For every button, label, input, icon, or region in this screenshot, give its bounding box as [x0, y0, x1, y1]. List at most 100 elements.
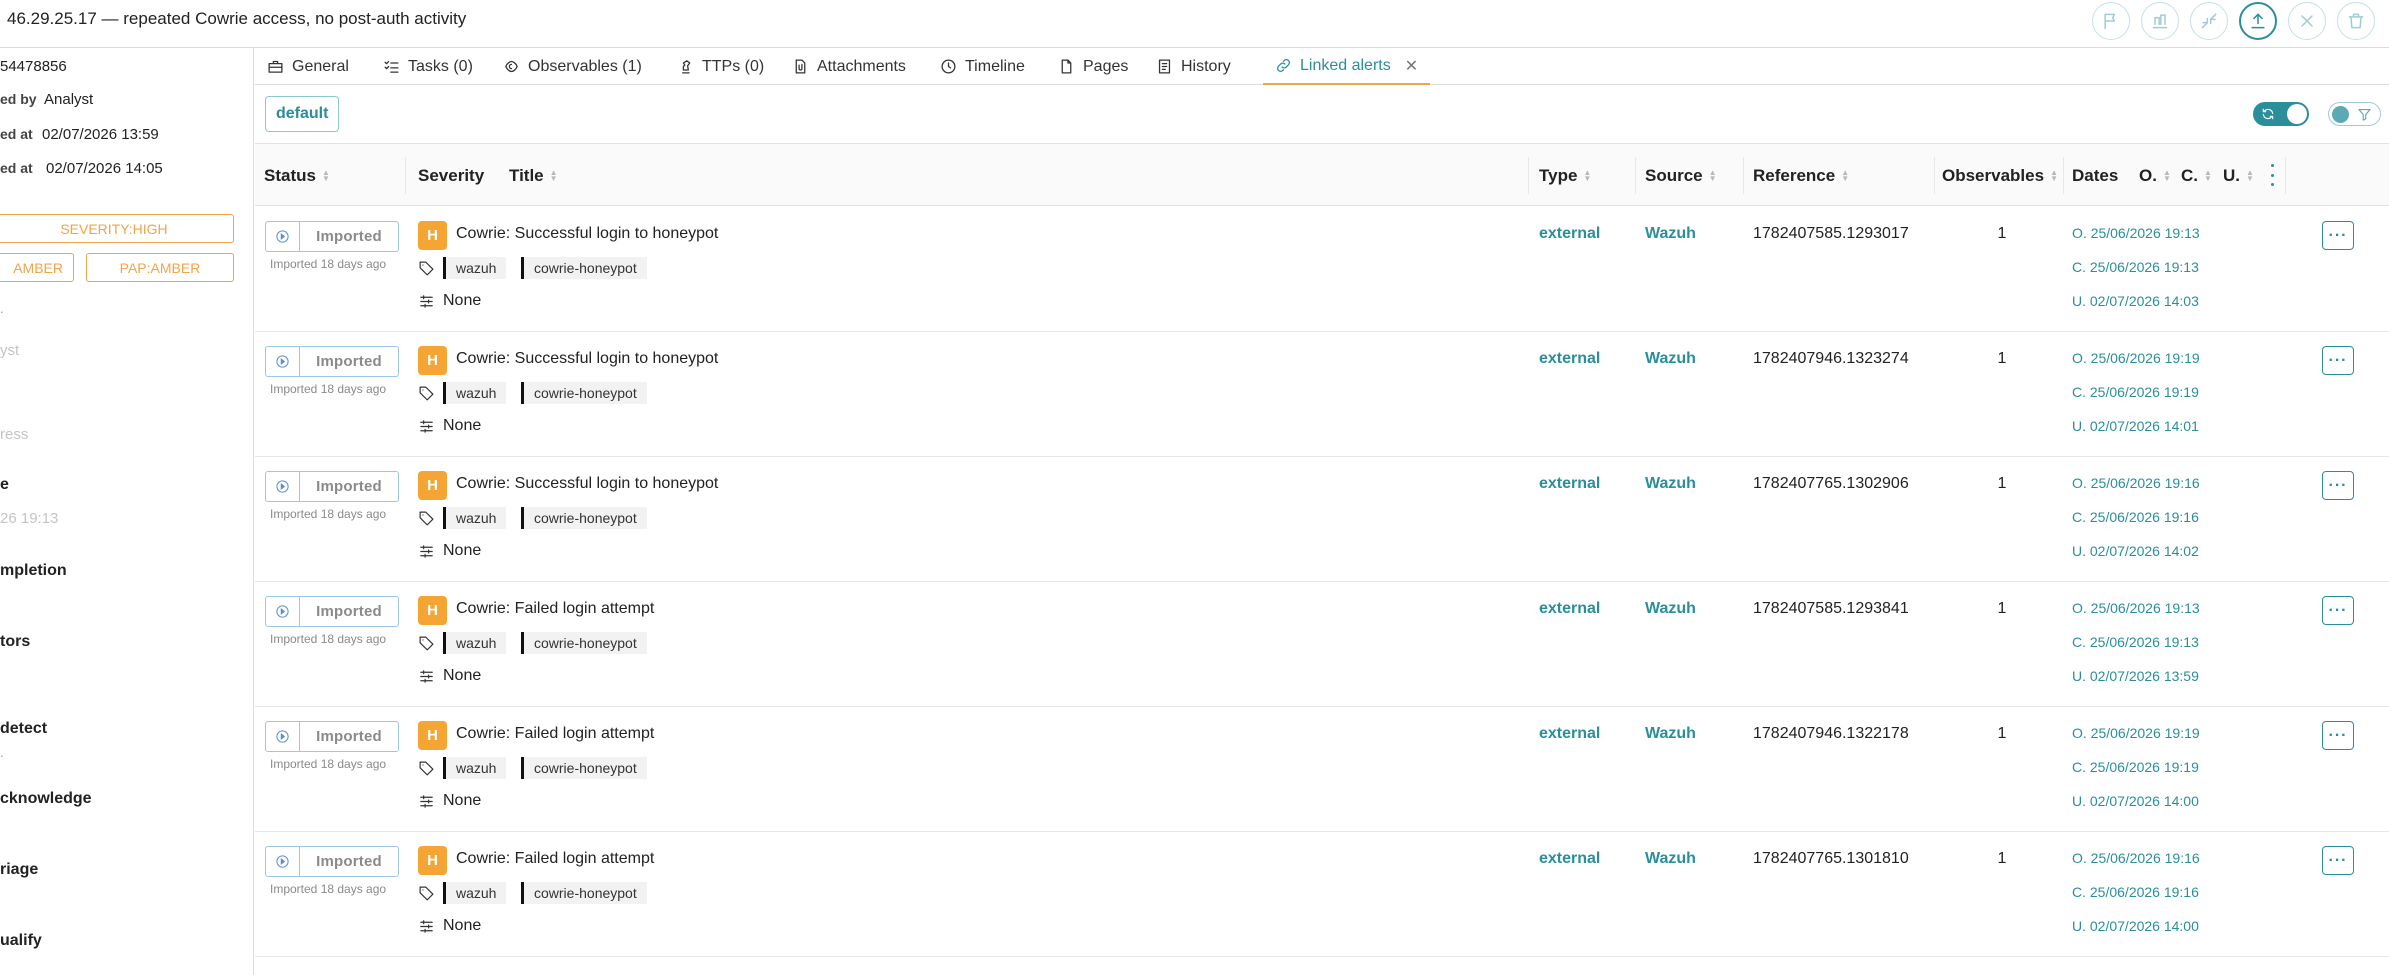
column-options-icon[interactable] — [2268, 164, 2276, 186]
assignee-field[interactable]: yst — [0, 342, 19, 359]
tag-chip[interactable]: cowrie-honeypot — [521, 257, 647, 279]
tag-chip[interactable]: cowrie-honeypot — [521, 757, 647, 779]
alert-type[interactable]: external — [1539, 725, 1600, 743]
export-button[interactable] — [2239, 2, 2277, 40]
tag-chip[interactable]: wazuh — [443, 632, 507, 654]
alert-source[interactable]: Wazuh — [1645, 350, 1696, 368]
table-row[interactable]: Imported Imported 18 days ago H Cowrie: … — [255, 832, 2389, 957]
tlp-tag[interactable]: AMBER — [0, 253, 74, 282]
alert-title[interactable]: Cowrie: Failed login attempt — [456, 725, 654, 743]
tab-tasks[interactable]: Tasks (0) — [383, 48, 473, 85]
column-title[interactable]: Title ▲ ▼ — [509, 144, 558, 207]
row-actions-button[interactable]: ··· — [2322, 346, 2354, 375]
tag-chip[interactable]: wazuh — [443, 507, 507, 529]
address-field[interactable]: ress — [0, 426, 28, 443]
tag-chip[interactable]: cowrie-honeypot — [521, 507, 647, 529]
severity-tag[interactable]: SEVERITY:HIGH — [0, 214, 234, 243]
row-actions-button[interactable]: ··· — [2322, 846, 2354, 875]
table-row[interactable]: Imported Imported 18 days ago H Cowrie: … — [255, 457, 2389, 582]
column-type[interactable]: Type ▲ ▼ — [1539, 144, 1591, 207]
table-row[interactable]: Imported Imported 18 days ago H Cowrie: … — [255, 207, 2389, 332]
row-actions-button[interactable]: ··· — [2322, 471, 2354, 500]
alert-source[interactable]: Wazuh — [1645, 725, 1696, 743]
alert-title[interactable]: Cowrie: Failed login attempt — [456, 850, 654, 868]
alert-type[interactable]: external — [1539, 350, 1600, 368]
section-acknowledge[interactable]: cknowledge — [0, 790, 92, 808]
filter-preset-chip[interactable]: default — [265, 96, 340, 132]
close-case-button[interactable] — [2288, 2, 2326, 40]
section-indicators[interactable]: tors — [0, 633, 30, 651]
status-badge[interactable]: Imported — [265, 721, 399, 752]
tab-ttps[interactable]: TTPs (0) — [677, 48, 764, 85]
column-label: Reference — [1753, 165, 1836, 185]
row-actions-button[interactable]: ··· — [2322, 221, 2354, 250]
column-reference[interactable]: Reference ▲ ▼ — [1753, 144, 1849, 207]
table-row[interactable]: Imported Imported 18 days ago H Cowrie: … — [255, 707, 2389, 832]
column-status[interactable]: Status ▲ ▼ — [264, 144, 330, 207]
alert-type[interactable]: external — [1539, 225, 1600, 243]
tag-chip[interactable]: cowrie-honeypot — [521, 882, 647, 904]
column-label: Type — [1539, 165, 1578, 185]
tab-timeline[interactable]: Timeline — [940, 48, 1025, 85]
pap-tag[interactable]: PAP:AMBER — [86, 253, 234, 282]
tag-chip[interactable]: cowrie-honeypot — [521, 632, 647, 654]
created-by-value: Analyst — [44, 91, 94, 108]
status-badge[interactable]: Imported — [265, 221, 399, 252]
tab-history[interactable]: History — [1156, 48, 1231, 85]
alert-title[interactable]: Cowrie: Successful login to honeypot — [456, 225, 718, 243]
tag-chip[interactable]: wazuh — [443, 257, 507, 279]
tab-attachments[interactable]: Attachments — [792, 48, 906, 85]
alert-title[interactable]: Cowrie: Successful login to honeypot — [456, 350, 718, 368]
sort-by-updated[interactable]: U. ▲ ▼ — [2223, 144, 2254, 207]
section-qualify[interactable]: ualify — [0, 932, 42, 950]
tab-pages[interactable]: Pages — [1058, 48, 1128, 85]
column-source[interactable]: Source ▲ ▼ — [1645, 144, 1717, 207]
row-actions-button[interactable]: ··· — [2322, 596, 2354, 625]
status-badge[interactable]: Imported — [265, 596, 399, 627]
alert-source[interactable]: Wazuh — [1645, 600, 1696, 618]
table-row[interactable]: Imported Imported 18 days ago H Cowrie: … — [255, 582, 2389, 707]
tag-chip[interactable]: wazuh — [443, 382, 507, 404]
minimize-button[interactable] — [2190, 2, 2228, 40]
alert-source[interactable]: Wazuh — [1645, 475, 1696, 493]
alert-title[interactable]: Cowrie: Successful login to honeypot — [456, 475, 718, 493]
close-tab-icon[interactable]: ✕ — [1405, 56, 1418, 76]
alert-title[interactable]: Cowrie: Failed login attempt — [456, 600, 654, 618]
status-badge[interactable]: Imported — [265, 846, 399, 877]
delete-button[interactable] — [2337, 2, 2375, 40]
tab-linked-alerts[interactable]: Linked alerts ✕ — [1263, 48, 1431, 85]
flag-button[interactable] — [2092, 2, 2130, 40]
filter-toggle[interactable] — [2328, 102, 2381, 126]
export-icon — [2251, 13, 2265, 29]
column-observables[interactable]: Observables ▲ ▼ — [1942, 144, 2058, 207]
alert-source[interactable]: Wazuh — [1645, 225, 1696, 243]
tab-general[interactable]: General — [267, 48, 349, 85]
section-triage[interactable]: riage — [0, 861, 38, 879]
auto-refresh-toggle[interactable] — [2253, 102, 2309, 126]
row-actions-button[interactable]: ··· — [2322, 721, 2354, 750]
play-circle-icon — [276, 355, 289, 368]
column-label: Observables — [1942, 165, 2045, 185]
status-badge[interactable]: Imported — [265, 471, 399, 502]
sort-by-occurred[interactable]: O. ▲ ▼ — [2139, 144, 2171, 207]
status-badge[interactable]: Imported — [265, 346, 399, 377]
column-severity[interactable]: Severity — [418, 144, 484, 207]
tag-chip[interactable]: wazuh — [443, 882, 507, 904]
table-row[interactable]: Imported Imported 18 days ago H Cowrie: … — [255, 332, 2389, 457]
section-completion[interactable]: mpletion — [0, 562, 67, 580]
tab-label: TTPs (0) — [702, 57, 765, 75]
alert-type[interactable]: external — [1539, 475, 1600, 493]
tag-chip[interactable]: wazuh — [443, 757, 507, 779]
merge-button[interactable] — [2141, 2, 2179, 40]
section-detect[interactable]: detect — [0, 720, 47, 738]
field-marker: . — [0, 301, 4, 316]
tag-chip[interactable]: cowrie-honeypot — [521, 382, 647, 404]
alert-source[interactable]: Wazuh — [1645, 850, 1696, 868]
sort-by-created[interactable]: C. ▲ ▼ — [2181, 144, 2212, 207]
tab-label: General — [292, 57, 349, 75]
tab-observables[interactable]: Observables (1) — [503, 48, 642, 85]
status-label: Imported — [316, 228, 382, 245]
alert-type[interactable]: external — [1539, 600, 1600, 618]
alert-type[interactable]: external — [1539, 850, 1600, 868]
date-field-value[interactable]: 26 19:13 — [0, 510, 58, 527]
